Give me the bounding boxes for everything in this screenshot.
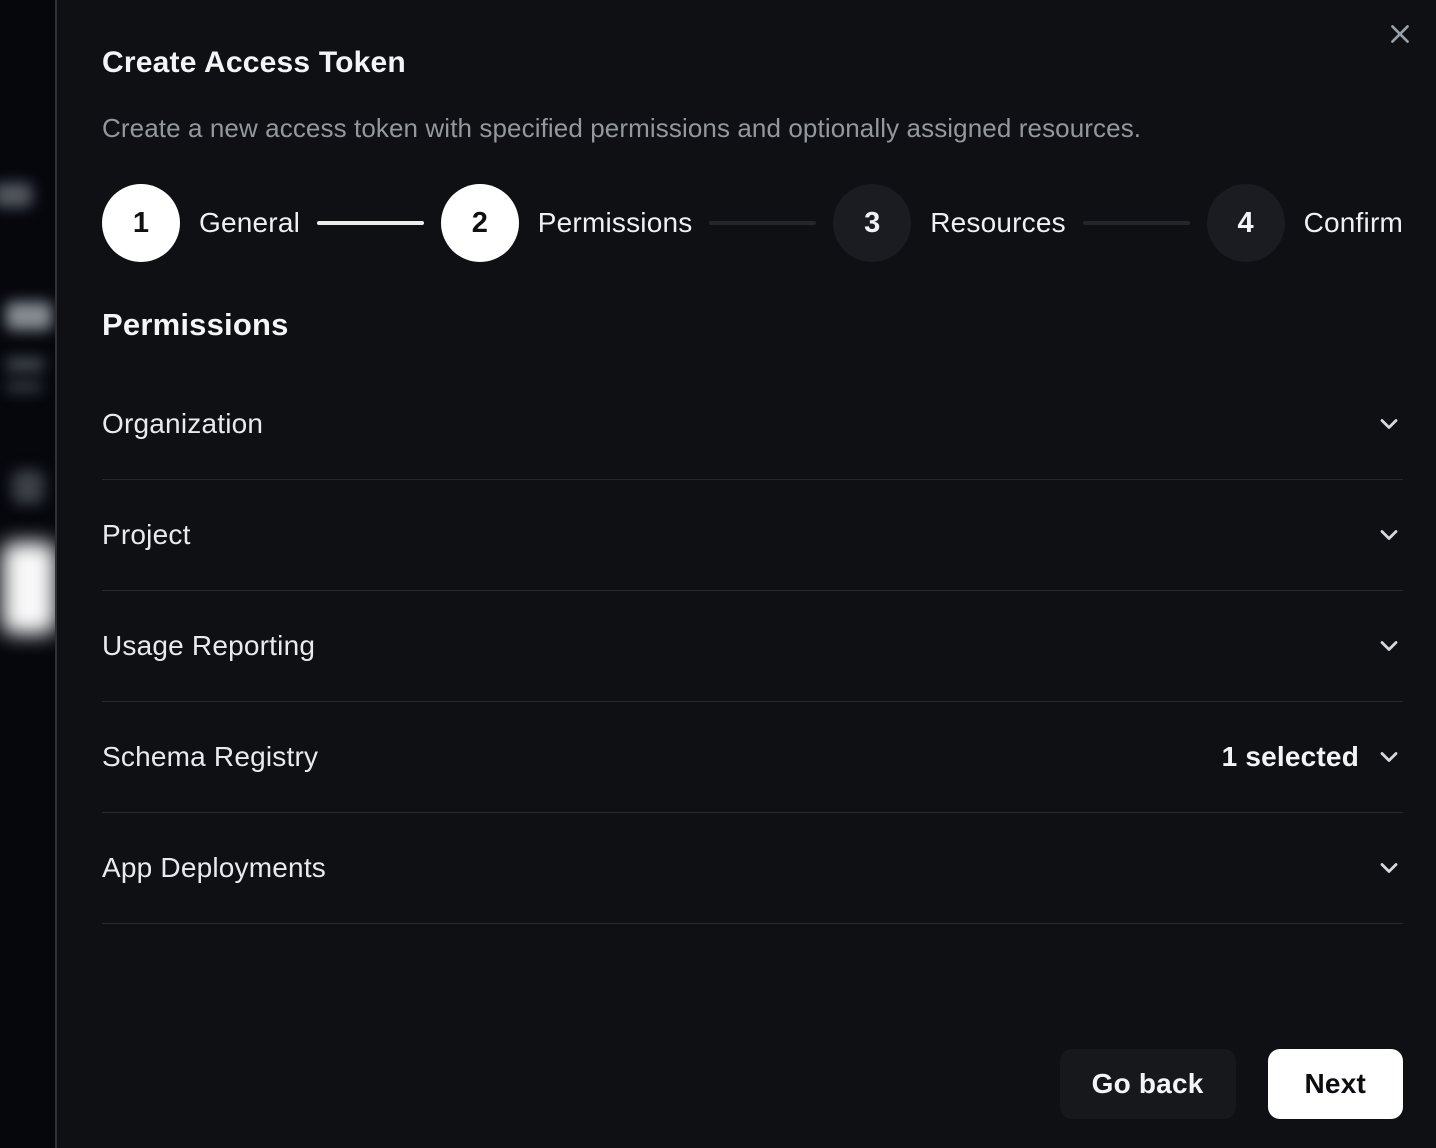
create-access-token-dialog: Create Access Token Create a new access …	[55, 0, 1436, 1148]
accordion-label: Organization	[102, 408, 263, 440]
blurred-sidebar-text	[6, 302, 52, 330]
step-number-badge: 4	[1207, 184, 1285, 262]
accordion-row-usage-reporting[interactable]: Usage Reporting	[102, 591, 1403, 702]
accordion-label: App Deployments	[102, 852, 326, 884]
blurred-sidebar-text	[6, 381, 42, 392]
close-icon	[1387, 21, 1413, 47]
step-number-badge: 2	[441, 184, 519, 262]
chevron-down-icon	[1375, 743, 1403, 771]
permissions-list: Organization Project Usage Reporting Sch…	[102, 369, 1403, 924]
chevron-down-icon	[1375, 521, 1403, 549]
blurred-sidebar-icon	[12, 470, 44, 504]
chevron-down-icon	[1375, 632, 1403, 660]
chevron-down-icon	[1375, 410, 1403, 438]
accordion-label: Usage Reporting	[102, 630, 315, 662]
accordion-row-app-deployments[interactable]: App Deployments	[102, 813, 1403, 924]
blurred-sidebar-logo	[2, 542, 55, 634]
permissions-heading: Permissions	[102, 307, 1403, 343]
step-label: Resources	[930, 207, 1066, 239]
background-app	[0, 0, 55, 1148]
wizard-stepper: 1 General 2 Permissions 3 Resources 4 Co…	[102, 184, 1403, 262]
dialog-subtitle: Create a new access token with specified…	[102, 113, 1403, 144]
step-general[interactable]: 1 General	[102, 184, 300, 262]
accordion-row-organization[interactable]: Organization	[102, 369, 1403, 480]
step-label: General	[199, 207, 300, 239]
step-connector	[709, 221, 816, 225]
dialog-title: Create Access Token	[102, 46, 1403, 80]
blurred-sidebar-text	[0, 183, 32, 207]
accordion-label: Project	[102, 519, 191, 551]
step-connector	[317, 221, 424, 225]
step-resources[interactable]: 3 Resources	[833, 184, 1066, 262]
step-permissions[interactable]: 2 Permissions	[441, 184, 693, 262]
step-label: Permissions	[538, 207, 693, 239]
next-button[interactable]: Next	[1268, 1049, 1404, 1119]
blurred-sidebar-text	[6, 358, 44, 371]
step-number-badge: 1	[102, 184, 180, 262]
accordion-row-schema-registry[interactable]: Schema Registry 1 selected	[102, 702, 1403, 813]
accordion-label: Schema Registry	[102, 741, 318, 773]
step-confirm[interactable]: 4 Confirm	[1207, 184, 1403, 262]
close-button[interactable]	[1382, 16, 1418, 52]
step-number-badge: 3	[833, 184, 911, 262]
go-back-button[interactable]: Go back	[1060, 1049, 1236, 1119]
step-label: Confirm	[1304, 207, 1403, 239]
selected-count: 1 selected	[1222, 741, 1359, 773]
dialog-footer: Go back Next	[1060, 1049, 1403, 1119]
accordion-row-project[interactable]: Project	[102, 480, 1403, 591]
chevron-down-icon	[1375, 854, 1403, 882]
step-connector	[1083, 221, 1190, 225]
